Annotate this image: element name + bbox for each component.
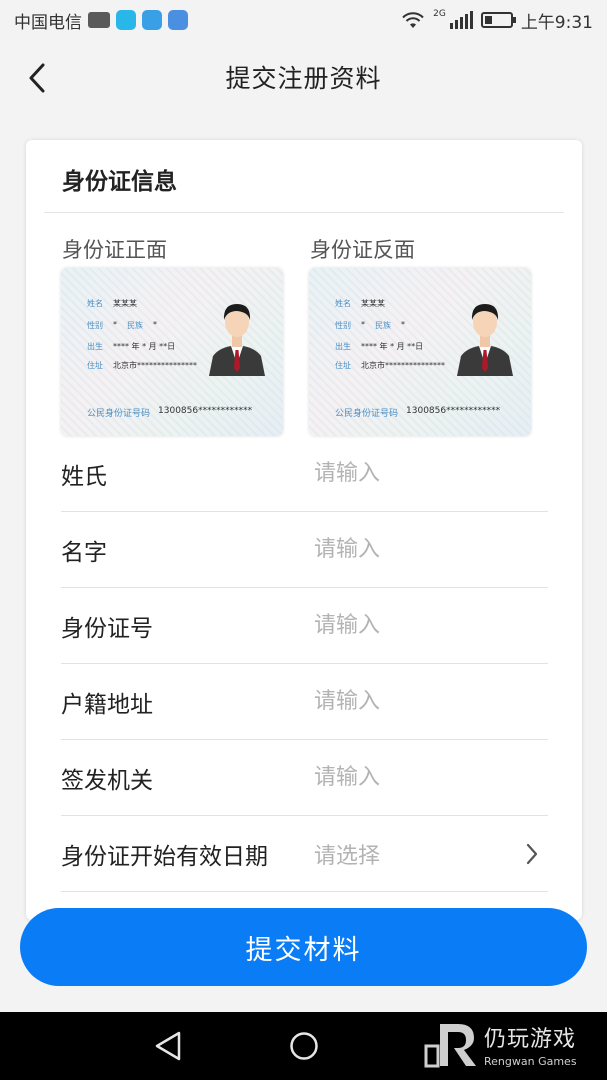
clock: 上午9:31 bbox=[520, 12, 593, 33]
section-divider bbox=[44, 212, 564, 213]
address-input[interactable] bbox=[314, 689, 582, 714]
submit-button[interactable]: 提交材料 bbox=[20, 908, 587, 986]
nav-home-circle-icon[interactable] bbox=[289, 1031, 319, 1061]
card-address-row: 住址 北京市*************** bbox=[335, 360, 445, 371]
page-title: 提交注册资料 bbox=[225, 64, 382, 93]
id-number-input[interactable] bbox=[314, 613, 582, 638]
card-name-key: 姓名 bbox=[335, 299, 351, 308]
nav-back-triangle-icon[interactable] bbox=[153, 1030, 183, 1062]
notification-app-icon bbox=[116, 10, 136, 30]
card-name-row: 姓名 某某某 bbox=[335, 298, 385, 309]
shield-app-icon bbox=[142, 10, 162, 30]
id-front-label: 身份证正面 bbox=[62, 238, 167, 262]
signal-icon bbox=[449, 11, 473, 29]
network-type: 2G bbox=[433, 9, 446, 19]
card-address-key: 住址 bbox=[87, 361, 103, 370]
rengwan-logo-icon bbox=[424, 1024, 476, 1068]
issuing-authority-input[interactable] bbox=[314, 765, 582, 790]
card-birth-value: **** 年 * 月 **日 bbox=[113, 342, 176, 351]
card-id-row: 公民身份证号码 1300856************ bbox=[335, 406, 500, 419]
card-name-value: 某某某 bbox=[361, 299, 385, 308]
battery-level bbox=[484, 16, 492, 24]
id-number-row: 身份证号 bbox=[61, 588, 582, 664]
card-ethnicity-key: 民族 bbox=[127, 321, 143, 330]
header: 提交注册资料 bbox=[0, 40, 607, 114]
card-ethnicity-value: * bbox=[401, 320, 405, 329]
wifi-icon bbox=[402, 12, 424, 28]
card-gender-value: * bbox=[113, 320, 117, 329]
carrier-name: 中国电信 bbox=[14, 12, 82, 33]
system-nav-bar: 仍玩游戏 Rengwan Games bbox=[0, 1012, 607, 1080]
surname-label: 姓氏 bbox=[61, 463, 107, 490]
card-name-row: 姓名 某某某 bbox=[87, 298, 137, 309]
section-title: 身份证信息 bbox=[62, 169, 177, 195]
id-number-label: 身份证号 bbox=[61, 615, 153, 642]
id-front-upload[interactable]: 姓名 某某某 性别 * 民族 * 出生 **** 年 * 月 **日 住址 北京… bbox=[61, 268, 283, 436]
card-gender-key: 性别 bbox=[87, 321, 103, 330]
huawei-app-icon bbox=[88, 12, 110, 28]
address-row: 户籍地址 bbox=[61, 664, 582, 740]
watermark-name-cn: 仍玩游戏 bbox=[484, 1026, 577, 1052]
chevron-right-icon bbox=[526, 843, 538, 864]
card-birth-row: 出生 **** 年 * 月 **日 bbox=[335, 341, 423, 352]
start-date-row[interactable]: 身份证开始有效日期 请选择 bbox=[61, 816, 548, 892]
given-name-input[interactable] bbox=[314, 537, 582, 562]
card-name-value: 某某某 bbox=[113, 299, 137, 308]
card-gender-row: 性别 * 民族 * bbox=[87, 320, 157, 331]
card-id-row: 公民身份证号码 1300856************ bbox=[87, 406, 252, 419]
start-date-picker[interactable]: 请选择 bbox=[314, 838, 522, 870]
card-name-key: 姓名 bbox=[87, 299, 103, 308]
portrait-icon bbox=[457, 304, 513, 376]
card-address-value: 北京市*************** bbox=[361, 361, 445, 370]
surname-row: 姓氏 bbox=[61, 436, 582, 512]
back-arrow-icon bbox=[29, 63, 45, 93]
card-birth-key: 出生 bbox=[335, 342, 351, 351]
id-info-card: 身份证信息 身份证正面 身份证反面 姓名 某某某 性别 * 民族 * 出生 **… bbox=[26, 140, 582, 920]
surname-input[interactable] bbox=[314, 461, 582, 486]
card-id-value: 1300856************ bbox=[158, 406, 253, 416]
card-gender-row: 性别 * 民族 * bbox=[335, 320, 405, 331]
id-back-label: 身份证反面 bbox=[310, 238, 415, 262]
issuing-authority-label: 签发机关 bbox=[61, 767, 153, 794]
card-address-key: 住址 bbox=[335, 361, 351, 370]
card-gender-value: * bbox=[361, 320, 365, 329]
card-birth-row: 出生 **** 年 * 月 **日 bbox=[87, 341, 175, 352]
card-address-value: 北京市*************** bbox=[113, 361, 197, 370]
card-ethnicity-key: 民族 bbox=[375, 321, 391, 330]
card-id-key: 公民身份证号码 bbox=[87, 409, 151, 419]
given-name-label: 名字 bbox=[61, 539, 107, 566]
watermark-name-en: Rengwan Games bbox=[484, 1054, 577, 1068]
given-name-row: 名字 bbox=[61, 512, 582, 588]
card-id-key: 公民身份证号码 bbox=[335, 409, 399, 419]
address-label: 户籍地址 bbox=[61, 691, 153, 718]
watermark-text: 仍玩游戏 Rengwan Games bbox=[484, 1021, 577, 1068]
status-right: 2G 上午9:31 bbox=[401, 8, 593, 33]
status-bar: 中国电信 2G 上午9:31 bbox=[0, 0, 607, 40]
start-date-label: 身份证开始有效日期 bbox=[61, 843, 268, 870]
card-id-value: 1300856************ bbox=[406, 406, 501, 416]
card-birth-key: 出生 bbox=[87, 342, 103, 351]
portrait-icon bbox=[209, 304, 265, 376]
battery-icon bbox=[480, 12, 516, 28]
card-ethnicity-value: * bbox=[153, 320, 157, 329]
status-left: 中国电信 bbox=[14, 8, 188, 33]
back-button[interactable] bbox=[22, 61, 52, 95]
message-app-icon bbox=[168, 10, 188, 30]
card-address-row: 住址 北京市*************** bbox=[87, 360, 197, 371]
issuing-authority-row: 签发机关 bbox=[61, 740, 582, 816]
watermark: 仍玩游戏 Rengwan Games bbox=[424, 1020, 577, 1068]
card-birth-value: **** 年 * 月 **日 bbox=[361, 342, 424, 351]
card-gender-key: 性别 bbox=[335, 321, 351, 330]
id-back-upload[interactable]: 姓名 某某某 性别 * 民族 * 出生 **** 年 * 月 **日 住址 北京… bbox=[309, 268, 531, 436]
